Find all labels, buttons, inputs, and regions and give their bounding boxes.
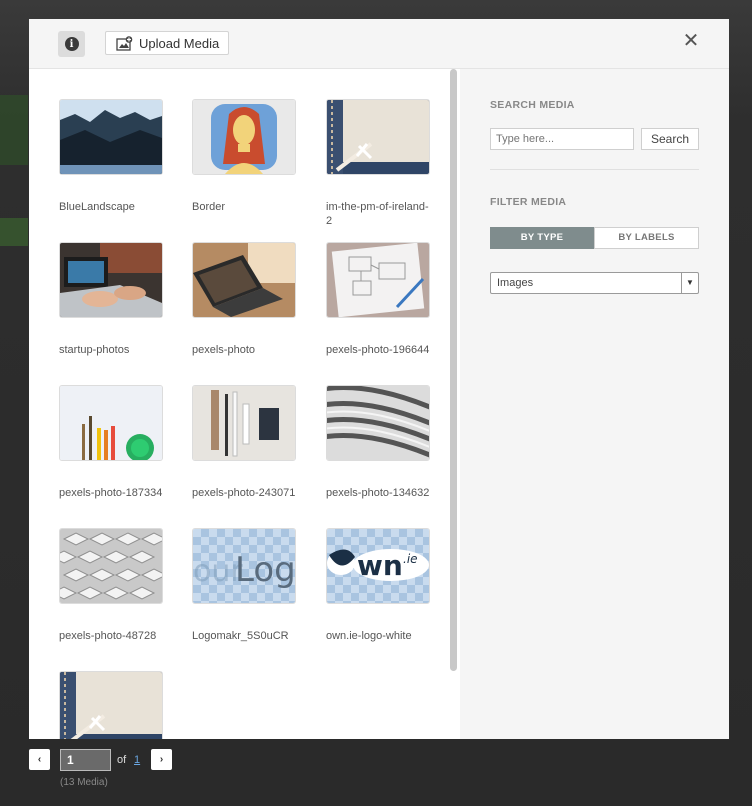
thumbnail-image bbox=[60, 672, 162, 739]
media-caption: pexels-photo-243071 bbox=[192, 487, 296, 499]
chevron-right-icon: › bbox=[159, 754, 164, 765]
media-tile[interactable] bbox=[59, 671, 163, 739]
media-tile[interactable]: our Log Logomakr_5S0uCR bbox=[192, 528, 296, 643]
chevron-down-icon: ▼ bbox=[681, 273, 698, 293]
info-button[interactable]: i bbox=[58, 31, 85, 57]
media-tile[interactable]: Border bbox=[192, 99, 296, 214]
media-caption: startup-photos bbox=[59, 344, 130, 356]
media-thumbnail[interactable] bbox=[192, 99, 296, 175]
page-number-input[interactable]: 1 bbox=[60, 749, 111, 771]
search-button[interactable]: Search bbox=[641, 128, 699, 150]
media-grid: BlueLandscape Border im-the-pm-of-ireland-… bbox=[29, 69, 460, 739]
search-media-heading: SEARCH MEDIA bbox=[490, 99, 575, 111]
info-icon: i bbox=[64, 37, 79, 51]
thumbnail-image bbox=[193, 243, 295, 317]
media-thumbnail[interactable] bbox=[59, 385, 163, 461]
media-tile[interactable]: im-the-pm-of-ireland-2 bbox=[326, 99, 430, 228]
svg-text:Log: Log bbox=[235, 550, 295, 590]
total-pages-link[interactable]: 1 bbox=[134, 754, 140, 766]
media-thumbnail[interactable] bbox=[326, 242, 430, 318]
thumbnail-image bbox=[193, 386, 295, 460]
media-thumbnail[interactable]: wn .ie bbox=[326, 528, 430, 604]
media-caption: Border bbox=[192, 201, 226, 213]
media-thumbnail[interactable] bbox=[192, 385, 296, 461]
backdrop-accent bbox=[0, 95, 28, 165]
image-add-icon bbox=[116, 35, 133, 51]
backdrop-accent bbox=[0, 218, 28, 246]
thumbnail-image bbox=[60, 100, 162, 174]
page-of-label: of bbox=[117, 754, 127, 766]
media-modal: i Upload Media ✕ BlueLandscape Border im-t… bbox=[29, 19, 729, 739]
thumbnail-image bbox=[60, 386, 162, 460]
media-thumbnail[interactable]: our Log bbox=[192, 528, 296, 604]
media-sidebar: SEARCH MEDIA Search FILTER MEDIA BY TYPE… bbox=[460, 69, 729, 739]
thumbnail-image bbox=[193, 100, 295, 174]
close-button[interactable]: ✕ bbox=[681, 31, 701, 51]
media-count: (13 Media) bbox=[60, 777, 108, 788]
tab-by-type[interactable]: BY TYPE bbox=[490, 227, 594, 249]
scrollbar[interactable] bbox=[450, 69, 457, 671]
thumbnail-image: wn .ie bbox=[327, 529, 429, 603]
close-icon: ✕ bbox=[682, 30, 700, 52]
next-page-button[interactable]: › bbox=[151, 749, 172, 770]
thumbnail-image bbox=[327, 386, 429, 460]
upload-media-label: Upload Media bbox=[139, 35, 220, 51]
thumbnail-image bbox=[60, 243, 162, 317]
media-type-value: Images bbox=[497, 277, 534, 289]
media-caption: own.ie-logo-white bbox=[326, 630, 412, 642]
media-caption: Logomakr_5S0uCR bbox=[192, 630, 289, 642]
media-thumbnail[interactable] bbox=[59, 99, 163, 175]
upload-media-button[interactable]: Upload Media bbox=[105, 31, 229, 55]
thumbnail-image bbox=[327, 243, 429, 317]
search-input[interactable] bbox=[490, 128, 634, 150]
media-caption: pexels-photo-48728 bbox=[59, 630, 157, 642]
media-tile[interactable]: pexels-photo-196644 bbox=[326, 242, 430, 357]
media-tile[interactable]: pexels-photo bbox=[192, 242, 296, 357]
thumbnail-image bbox=[327, 100, 429, 174]
thumbnail-image: ourLog bbox=[193, 529, 295, 603]
svg-text:wn: wn bbox=[357, 549, 403, 582]
modal-header: i Upload Media ✕ bbox=[29, 19, 729, 69]
media-caption: BlueLandscape bbox=[59, 201, 135, 213]
media-caption: pexels-photo-187334 bbox=[59, 487, 163, 499]
media-thumbnail[interactable] bbox=[59, 671, 163, 739]
thumbnail-image bbox=[60, 529, 162, 603]
svg-text:.ie: .ie bbox=[403, 552, 418, 566]
media-tile[interactable]: BlueLandscape bbox=[59, 99, 163, 214]
media-type-select[interactable]: Images ▼ bbox=[490, 272, 699, 294]
media-tile[interactable]: wn .ie own.ie-logo-white bbox=[326, 528, 430, 643]
media-thumbnail[interactable] bbox=[326, 99, 430, 175]
prev-page-button[interactable]: ‹ bbox=[29, 749, 50, 770]
media-caption: pexels-photo-134632 bbox=[326, 487, 430, 499]
divider bbox=[490, 169, 699, 170]
media-thumbnail[interactable] bbox=[59, 242, 163, 318]
tab-by-labels[interactable]: BY LABELS bbox=[594, 227, 699, 249]
media-tile[interactable]: pexels-photo-134632 bbox=[326, 385, 430, 500]
media-caption: pexels-photo bbox=[192, 344, 255, 356]
chevron-left-icon: ‹ bbox=[37, 754, 42, 765]
filter-media-heading: FILTER MEDIA bbox=[490, 196, 567, 208]
media-tile[interactable]: pexels-photo-187334 bbox=[59, 385, 163, 500]
media-tile[interactable]: pexels-photo-243071 bbox=[192, 385, 296, 500]
media-thumbnail[interactable] bbox=[192, 242, 296, 318]
media-thumbnail[interactable] bbox=[59, 528, 163, 604]
media-caption: im-the-pm-of-ireland-2 bbox=[326, 201, 429, 227]
media-tile[interactable]: startup-photos bbox=[59, 242, 163, 357]
media-caption: pexels-photo-196644 bbox=[326, 344, 430, 356]
media-thumbnail[interactable] bbox=[326, 385, 430, 461]
media-tile[interactable]: pexels-photo-48728 bbox=[59, 528, 163, 643]
